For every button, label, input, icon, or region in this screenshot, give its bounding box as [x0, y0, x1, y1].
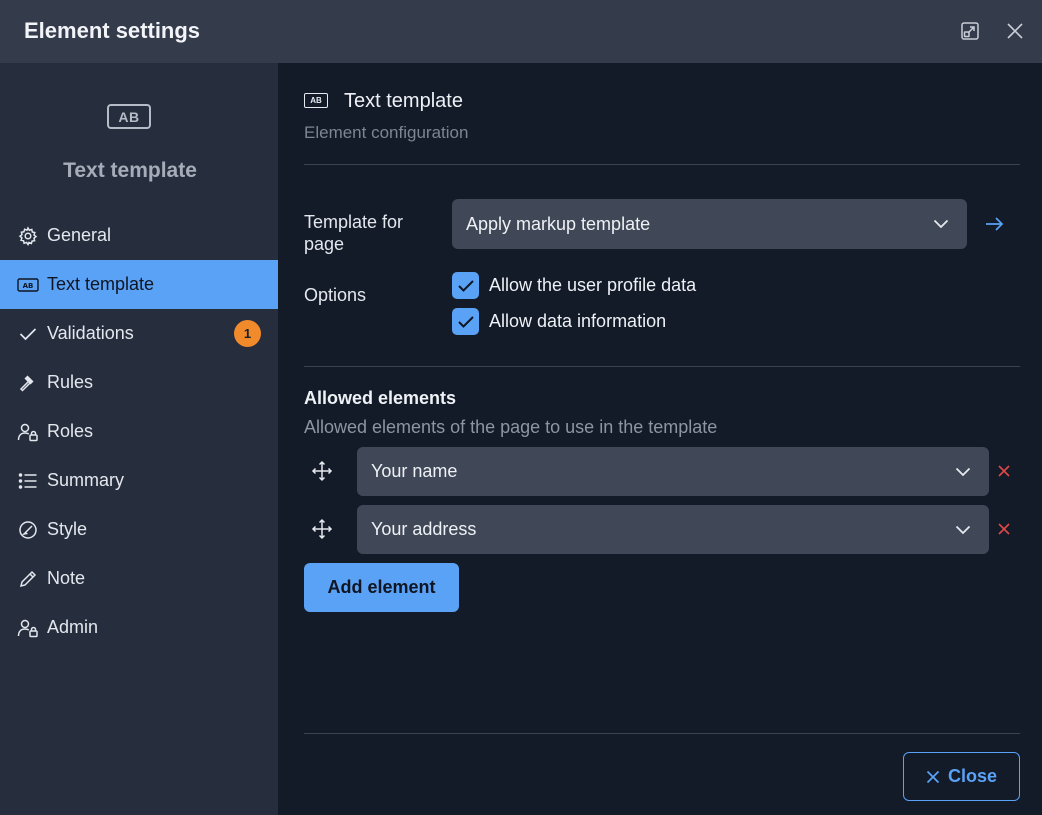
check-icon [17, 323, 39, 345]
allowed-element-value: Your name [371, 461, 458, 481]
text-template-icon: AB [304, 93, 328, 108]
sidebar-item-label: Rules [47, 372, 94, 392]
text-template-large-icon: AB [107, 104, 151, 129]
gavel-icon [17, 372, 39, 394]
gear-icon [17, 225, 39, 247]
sidebar-item-label: Note [47, 568, 86, 588]
allowed-elements-title: Allowed elements [304, 388, 457, 408]
option-data-information[interactable]: Allow data information [452, 308, 666, 335]
checkbox-checked[interactable] [452, 272, 479, 299]
allowed-element-select[interactable]: Your address [357, 505, 989, 554]
option-label: Allow the user profile data [489, 275, 697, 295]
chevron-down-icon [955, 467, 971, 476]
list-icon [17, 470, 39, 492]
drag-handle-icon[interactable] [311, 518, 333, 540]
expand-button[interactable] [959, 20, 981, 42]
options-label: Options [304, 285, 367, 305]
sidebar-item-label: Text template [47, 274, 155, 294]
option-label: Allow data information [489, 311, 667, 331]
palette-icon [17, 519, 39, 541]
allowed-elements-subtitle: Allowed elements of the page to use in t… [304, 417, 718, 437]
add-element-button[interactable]: Add element [304, 563, 459, 612]
sidebar-item-label: General [47, 225, 112, 245]
option-user-profile[interactable]: Allow the user profile data [452, 272, 696, 299]
template-select[interactable]: Apply markup template [452, 199, 967, 249]
check-icon [457, 315, 474, 328]
drag-handle-icon[interactable] [311, 460, 333, 482]
close-button-label: Close [947, 766, 998, 786]
svg-text:AB: AB [23, 282, 34, 290]
template-select-value: Apply markup template [466, 213, 651, 234]
sidebar-item-general[interactable]: General [0, 211, 278, 260]
sidebar-item-label: Validations [47, 323, 134, 343]
options-divider [304, 366, 1020, 367]
sidebar-item-style[interactable]: Style [0, 505, 278, 554]
main-panel: AB Text template Element configuration T… [278, 63, 1042, 815]
header-divider [304, 164, 1020, 165]
close-icon [926, 770, 940, 783]
close-button[interactable]: Close [903, 752, 1020, 801]
user-lock-icon [17, 617, 39, 639]
validations-count-badge: 1 [234, 320, 261, 347]
sidebar-nav: General AB Text template Validations 1 R… [0, 211, 278, 652]
close-icon [1007, 23, 1023, 39]
sidebar-item-summary[interactable]: Summary [0, 456, 278, 505]
arrow-right-icon[interactable] [983, 213, 1005, 235]
page-subtitle: Element configuration [304, 123, 469, 142]
sidebar-item-admin[interactable]: Admin [0, 603, 278, 652]
title-bar: Element settings [0, 0, 1042, 63]
header-icon-text: AB [310, 96, 322, 105]
sidebar-item-rules[interactable]: Rules [0, 358, 278, 407]
dialog-title: Element settings [24, 18, 201, 43]
sidebar-item-label: Summary [47, 470, 125, 490]
footer-divider [304, 733, 1020, 734]
sidebar-item-roles[interactable]: Roles [0, 407, 278, 456]
chevron-down-icon [955, 525, 971, 534]
sidebar-item-label: Style [47, 519, 88, 539]
checkbox-checked[interactable] [452, 308, 479, 335]
delete-icon[interactable] [996, 521, 1012, 537]
expand-icon [961, 22, 979, 40]
sidebar-item-validations[interactable]: Validations 1 [0, 309, 278, 358]
allowed-element-select[interactable]: Your name [357, 447, 989, 496]
text-template-icon: AB [17, 274, 39, 296]
sidebar-icon-text: AB [118, 108, 140, 125]
pencil-icon [17, 568, 39, 590]
template-for-page-label: Template for page [304, 212, 404, 254]
check-icon [457, 279, 474, 292]
allowed-element-value: Your address [371, 519, 477, 539]
sidebar-title: Text template [63, 159, 197, 182]
sidebar: AB Text template General AB Text templat… [0, 63, 278, 815]
sidebar-item-note[interactable]: Note [0, 554, 278, 603]
page-title: Text template [344, 90, 463, 112]
element-settings-dialog: Element settings AB Text template Genera… [0, 0, 1042, 815]
sidebar-item-label: Roles [47, 421, 94, 441]
chevron-down-icon [933, 219, 949, 229]
sidebar-item-text-template[interactable]: AB Text template [0, 260, 278, 309]
close-window-button[interactable] [1004, 20, 1026, 42]
sidebar-item-label: Admin [47, 617, 99, 637]
user-lock-icon [17, 421, 39, 443]
delete-icon[interactable] [996, 463, 1012, 479]
